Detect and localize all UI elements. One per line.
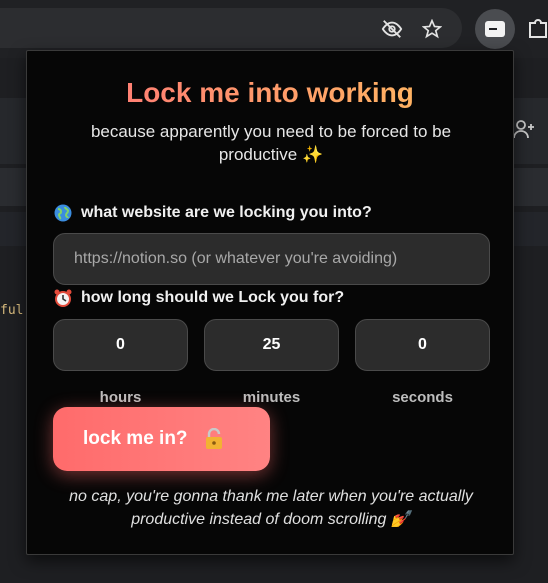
footer-text: no cap, you're gonna thank me later when… [69, 488, 473, 528]
seconds-input[interactable] [355, 319, 490, 371]
lock-button-label: lock me in? [83, 428, 188, 449]
star-icon[interactable] [421, 18, 443, 40]
lock-me-in-button[interactable]: lock me in? [53, 407, 270, 471]
add-person-icon[interactable] [512, 118, 536, 145]
hours-label: hours [99, 389, 142, 406]
extension-active-icon[interactable] [475, 9, 515, 49]
lock-icon [204, 427, 224, 450]
seconds-label: seconds [392, 389, 453, 406]
alarm-clock-icon [53, 288, 73, 308]
popup-subtitle: because apparently you need to be forced… [90, 122, 452, 164]
eye-off-icon[interactable] [381, 18, 403, 40]
hours-input[interactable] [53, 319, 188, 371]
minutes-input[interactable] [204, 319, 339, 371]
duration-label-row: how long should we Lock you for? [53, 288, 344, 308]
website-label-row: what website are we locking you into? [53, 203, 372, 223]
puzzle-icon[interactable] [528, 18, 548, 45]
popup-title: Lock me into working [27, 77, 513, 109]
minutes-label: minutes [242, 389, 301, 406]
duration-label: how long should we Lock you for? [81, 289, 345, 306]
website-url-input[interactable] [53, 233, 490, 285]
extension-popup: Lock me into working because apparently … [26, 50, 514, 555]
website-label: what website are we locking you into? [81, 204, 372, 221]
globe-icon [53, 203, 73, 223]
code-fragment: ful [0, 303, 24, 318]
